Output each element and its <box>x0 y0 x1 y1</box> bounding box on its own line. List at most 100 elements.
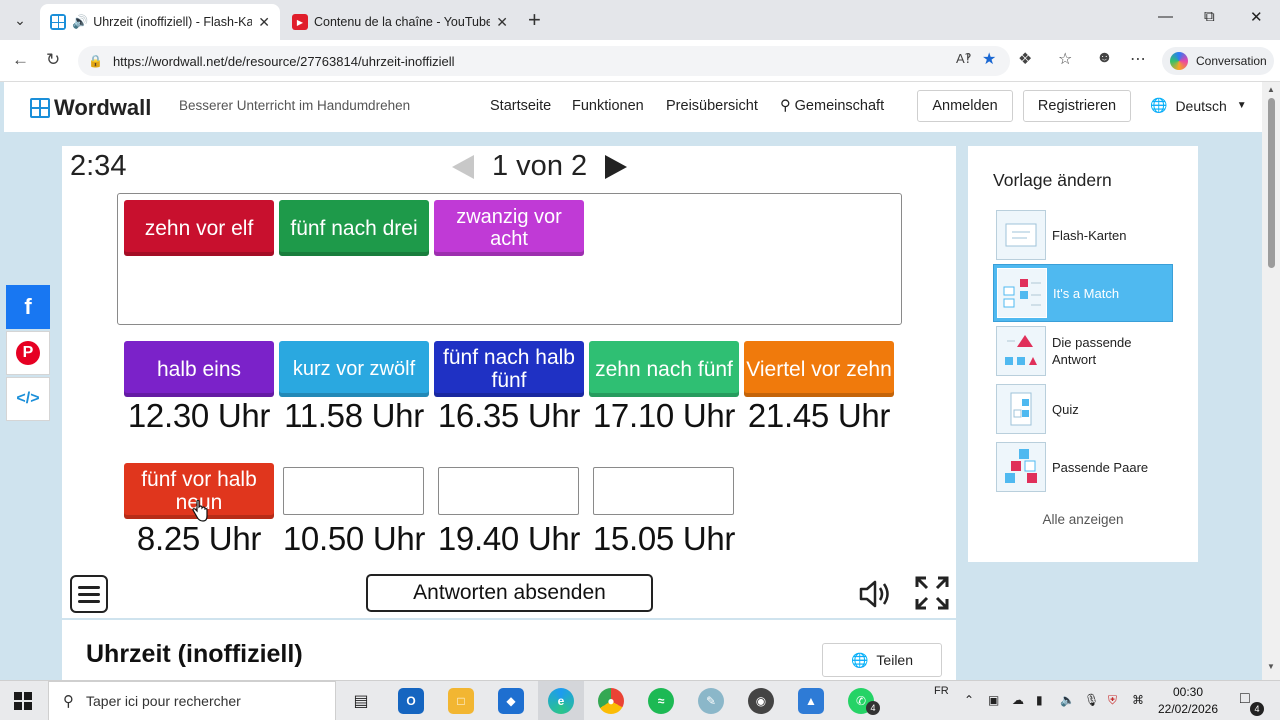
new-tab-button[interactable]: + <box>528 8 541 32</box>
youtube-favicon-icon: ▶ <box>292 14 308 30</box>
security-icon[interactable]: ⛨ <box>1108 693 1117 708</box>
store-icon[interactable]: ◆ <box>498 688 524 714</box>
volume-icon[interactable]: 🔈 <box>1060 693 1075 707</box>
activity-menu-button[interactable] <box>70 575 108 613</box>
whatsapp-badge: 4 <box>866 701 880 715</box>
tray-app-icon[interactable]: ▣ <box>988 693 999 707</box>
template-switcher-title: Vorlage ändern <box>993 170 1112 190</box>
submit-answers-button[interactable]: Antworten absenden <box>366 574 653 612</box>
photos-icon[interactable]: ▲ <box>798 688 824 714</box>
nav-preise[interactable]: Preisübersicht <box>666 98 758 114</box>
wifi-icon[interactable]: ⌘ <box>1132 693 1144 707</box>
placed-card[interactable]: fünf nach halb fünf <box>434 341 584 397</box>
next-page-icon[interactable] <box>605 154 628 179</box>
draggable-card[interactable]: zehn vor elf <box>124 200 274 256</box>
empty-drop-slot[interactable] <box>438 467 579 515</box>
cloud-icon[interactable]: ☁ <box>1012 693 1024 707</box>
wordwall-logo[interactable]: Wordwall <box>30 95 151 121</box>
register-button[interactable]: Registrieren <box>1023 90 1131 122</box>
system-clock[interactable]: 00:30 22/02/2026 <box>1152 684 1224 718</box>
edge-browser-icon[interactable]: e <box>548 688 574 714</box>
time-label: 12.30 Uhr <box>127 397 271 434</box>
favorite-star-icon[interactable]: ★ <box>982 49 996 69</box>
speaker-icon[interactable] <box>858 576 894 612</box>
input-language[interactable]: FR <box>934 685 949 697</box>
profile-icon[interactable]: ☻ <box>1096 49 1113 67</box>
restore-button[interactable]: ⧉ <box>1204 8 1215 25</box>
spotify-icon[interactable]: ≈ <box>648 688 674 714</box>
tab-audio-icon[interactable]: 🔊 <box>72 14 88 30</box>
code-icon: </> <box>16 390 40 407</box>
close-tab-icon[interactable]: ✕ <box>258 14 270 31</box>
copilot-conversation-button[interactable]: Conversation <box>1162 47 1274 75</box>
nav-gemeinschaft[interactable]: ⚲ Gemeinschaft <box>780 98 884 114</box>
previous-page-icon[interactable] <box>452 154 474 179</box>
task-view-icon[interactable]: ▤ <box>348 688 374 714</box>
template-quiz[interactable]: Quiz <box>993 380 1173 438</box>
scrollbar-thumb[interactable] <box>1268 98 1275 268</box>
share-button[interactable]: 🌐 Teilen <box>822 643 942 677</box>
scroll-down-icon[interactable]: ▼ <box>1267 662 1275 671</box>
login-button[interactable]: Anmelden <box>917 90 1013 122</box>
placed-card[interactable]: halb eins <box>124 341 274 397</box>
notifications-icon[interactable]: □ <box>1240 690 1250 708</box>
back-arrow-icon[interactable]: ← <box>12 50 29 70</box>
time-label: 10.50 Uhr <box>282 520 426 557</box>
chevron-down-icon: ▼ <box>1236 100 1247 111</box>
template-passende-paare[interactable]: Passende Paare <box>993 438 1173 496</box>
fullscreen-icon[interactable] <box>914 575 950 611</box>
page-scrollbar[interactable]: ▲ ▼ <box>1262 82 1280 680</box>
close-window-button[interactable]: ✕ <box>1250 8 1263 26</box>
tab-youtube[interactable]: ▶ Contenu de la chaîne - YouTube St ✕ <box>282 4 518 40</box>
placed-card[interactable]: Viertel vor zehn <box>744 341 894 397</box>
favorites-icon[interactable]: ☆ <box>1058 49 1072 69</box>
flashcard-template-icon <box>996 210 1046 260</box>
template-flash-karten[interactable]: Flash-Karten <box>993 206 1173 264</box>
outlook-icon[interactable]: O <box>398 688 424 714</box>
taskbar-search-input[interactable]: ⚲ Taper ici pour rechercher <box>48 681 336 720</box>
chrome-icon[interactable]: ● <box>598 688 624 714</box>
template-label: Quiz <box>1052 401 1079 417</box>
embed-button[interactable]: </> <box>6 377 50 421</box>
placed-card[interactable]: zehn nach fünf <box>589 341 739 397</box>
time-label: 17.10 Uhr <box>592 397 736 434</box>
scroll-up-icon[interactable]: ▲ <box>1267 85 1275 94</box>
url-field[interactable]: 🔒 https://wordwall.net/de/resource/27763… <box>78 46 1010 76</box>
refresh-icon[interactable]: ↻ <box>46 50 60 70</box>
microphone-icon[interactable]: 🎙 <box>1084 693 1099 707</box>
tab-title: Uhrzeit (inoffiziell) - Flash-Karte <box>93 15 253 29</box>
draggable-card[interactable]: fünf nach drei <box>279 200 429 256</box>
battery-icon[interactable]: ▮ <box>1036 693 1043 707</box>
empty-drop-slot[interactable] <box>593 467 734 515</box>
extensions-icon[interactable]: ❖ <box>1018 49 1032 69</box>
more-menu-icon[interactable]: ⋯ <box>1130 49 1146 69</box>
language-selector[interactable]: 🌐 Deutsch ▼ <box>1150 97 1247 114</box>
windows-start-icon[interactable] <box>14 692 32 710</box>
search-icon: ⚲ <box>63 693 74 710</box>
timer: 2:34 <box>70 150 127 182</box>
lock-icon[interactable]: 🔒 <box>88 54 103 68</box>
chevron-up-icon[interactable]: ⌃ <box>964 693 974 707</box>
file-explorer-icon[interactable]: □ <box>448 688 474 714</box>
draggable-card[interactable]: zwanzig vor acht <box>434 200 584 256</box>
close-tab-icon[interactable]: ✕ <box>496 14 508 31</box>
tab-actions-menu-button[interactable]: ⌄ <box>6 7 34 33</box>
nav-funktionen[interactable]: Funktionen <box>572 98 644 114</box>
show-all-templates-link[interactable]: Alle anzeigen <box>968 512 1198 527</box>
read-aloud-icon[interactable]: A‽ <box>956 51 972 67</box>
time-label: 15.05 Uhr <box>592 520 736 557</box>
template-its-a-match[interactable]: It's a Match <box>993 264 1173 322</box>
nav-startseite[interactable]: Startseite <box>490 98 551 114</box>
empty-drop-slot[interactable] <box>283 467 424 515</box>
minimize-button[interactable]: — <box>1158 8 1173 25</box>
paint-icon[interactable]: ✎ <box>698 688 724 714</box>
template-passende-antwort[interactable]: Die passende Antwort <box>993 322 1173 380</box>
clock-date: 22/02/2026 <box>1157 702 1219 716</box>
tab-wordwall[interactable]: 🔊 Uhrzeit (inoffiziell) - Flash-Karte ✕ <box>40 4 280 40</box>
facebook-share-button[interactable]: f <box>6 285 50 329</box>
answer-template-icon <box>996 326 1046 376</box>
placed-card[interactable]: kurz vor zwölf <box>279 341 429 397</box>
pinterest-share-button[interactable]: P <box>6 331 50 375</box>
match-template-icon <box>997 268 1047 318</box>
obs-icon[interactable]: ◉ <box>748 688 774 714</box>
